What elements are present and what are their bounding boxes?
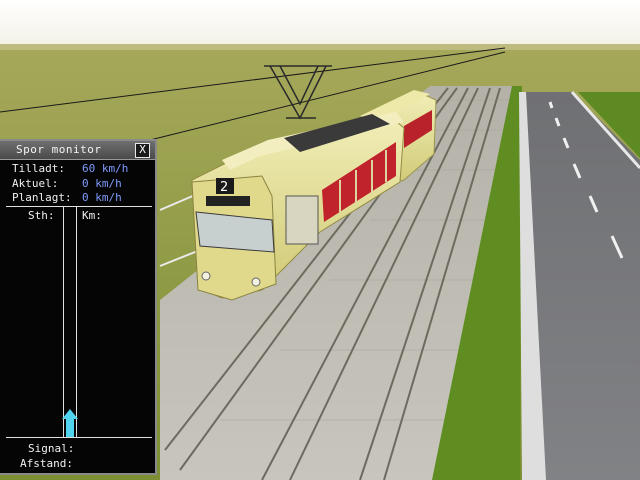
row-label: Tilladt: <box>12 162 65 175</box>
row-tilladt: Tilladt: 60 km/h <box>12 162 128 175</box>
divider <box>6 206 152 207</box>
tram-destination-board <box>206 196 250 206</box>
signal-label: Signal: <box>28 442 75 455</box>
track-line-right <box>76 207 77 437</box>
tram-headlight-right <box>251 277 261 287</box>
speed-marker-icon <box>62 409 78 437</box>
row-value: 0 km/h <box>82 191 122 204</box>
track-monitor-panel[interactable]: Spor monitor X Tilladt: 60 km/h Aktuel: 0 … <box>0 139 157 475</box>
monitor-titlebar[interactable]: Spor monitor X <box>0 141 155 160</box>
column-header-sth: Sth: <box>28 209 55 222</box>
row-value: 0 km/h <box>82 177 122 190</box>
tram-headlight-left <box>201 271 211 281</box>
horizon-band <box>0 44 640 50</box>
close-button[interactable]: X <box>135 143 150 158</box>
row-value: 60 km/h <box>82 162 129 175</box>
column-header-km: Km: <box>82 209 102 222</box>
divider <box>6 437 152 438</box>
row-aktuel: Aktuel: 0 km/h <box>12 177 122 190</box>
afstand-label: Afstand: <box>20 457 73 470</box>
row-planlagt: Planlagt: 0 km/h <box>12 191 122 204</box>
track-line-left <box>63 207 64 437</box>
sky <box>0 0 640 46</box>
row-label: Aktuel: <box>12 177 59 190</box>
tram-door <box>285 195 319 245</box>
monitor-title: Spor monitor <box>16 143 102 156</box>
tram-line-number: 2 <box>220 180 228 195</box>
row-label: Planlagt: <box>12 191 72 204</box>
